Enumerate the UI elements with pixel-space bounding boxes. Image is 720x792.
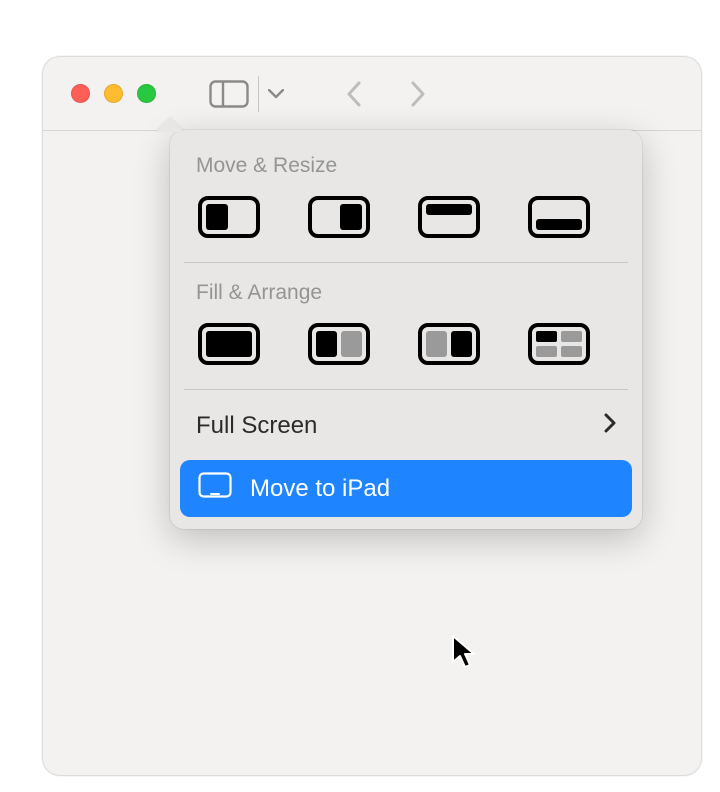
fullscreen-button[interactable] <box>137 84 156 103</box>
separator <box>184 262 628 263</box>
full-screen-label: Full Screen <box>196 412 317 440</box>
titlebar <box>43 57 701 131</box>
arrange-left-right-icon <box>308 323 370 365</box>
back-button[interactable] <box>342 76 366 112</box>
traffic-lights <box>71 84 156 103</box>
fill-screen-button[interactable] <box>196 321 262 367</box>
sidebar-icon <box>209 80 249 108</box>
move-resize-row <box>170 194 642 262</box>
fill-screen-icon <box>198 323 260 365</box>
toolbar-group <box>204 76 284 112</box>
tile-top-half-icon <box>418 196 480 238</box>
move-resize-heading: Move & Resize <box>170 144 642 194</box>
green-button-dropdown: Move & Resize Fill <box>170 130 642 529</box>
toolbar-dropdown-button[interactable] <box>258 76 284 112</box>
submenu-indicator <box>604 412 616 440</box>
chevron-down-icon <box>268 89 284 99</box>
tile-left-half-icon <box>198 196 260 238</box>
separator <box>184 389 628 390</box>
arrange-left-right-button[interactable] <box>306 321 372 367</box>
tile-bottom-half-button[interactable] <box>526 194 592 240</box>
minimize-button[interactable] <box>104 84 123 103</box>
sidebar-toggle-button[interactable] <box>204 76 254 112</box>
fill-arrange-heading: Fill & Arrange <box>170 271 642 321</box>
navigation-buttons <box>342 76 430 112</box>
move-to-ipad-label: Move to iPad <box>250 475 390 503</box>
arrange-right-left-button[interactable] <box>416 321 482 367</box>
full-screen-menu-item[interactable]: Full Screen <box>170 398 642 454</box>
arrange-quarters-icon <box>528 323 590 365</box>
arrange-quarters-button[interactable] <box>526 321 592 367</box>
chevron-right-icon <box>604 413 616 433</box>
tile-right-half-button[interactable] <box>306 194 372 240</box>
tile-right-half-icon <box>308 196 370 238</box>
close-button[interactable] <box>71 84 90 103</box>
chevron-left-icon <box>346 81 362 107</box>
tile-left-half-button[interactable] <box>196 194 262 240</box>
ipad-icon <box>198 472 232 505</box>
tile-bottom-half-icon <box>528 196 590 238</box>
fill-arrange-row <box>170 321 642 389</box>
forward-button[interactable] <box>406 76 430 112</box>
chevron-right-icon <box>410 81 426 107</box>
arrange-right-left-icon <box>418 323 480 365</box>
dropdown-pointer <box>156 118 184 132</box>
tile-top-half-button[interactable] <box>416 194 482 240</box>
move-to-ipad-menu-item[interactable]: Move to iPad <box>180 460 632 517</box>
